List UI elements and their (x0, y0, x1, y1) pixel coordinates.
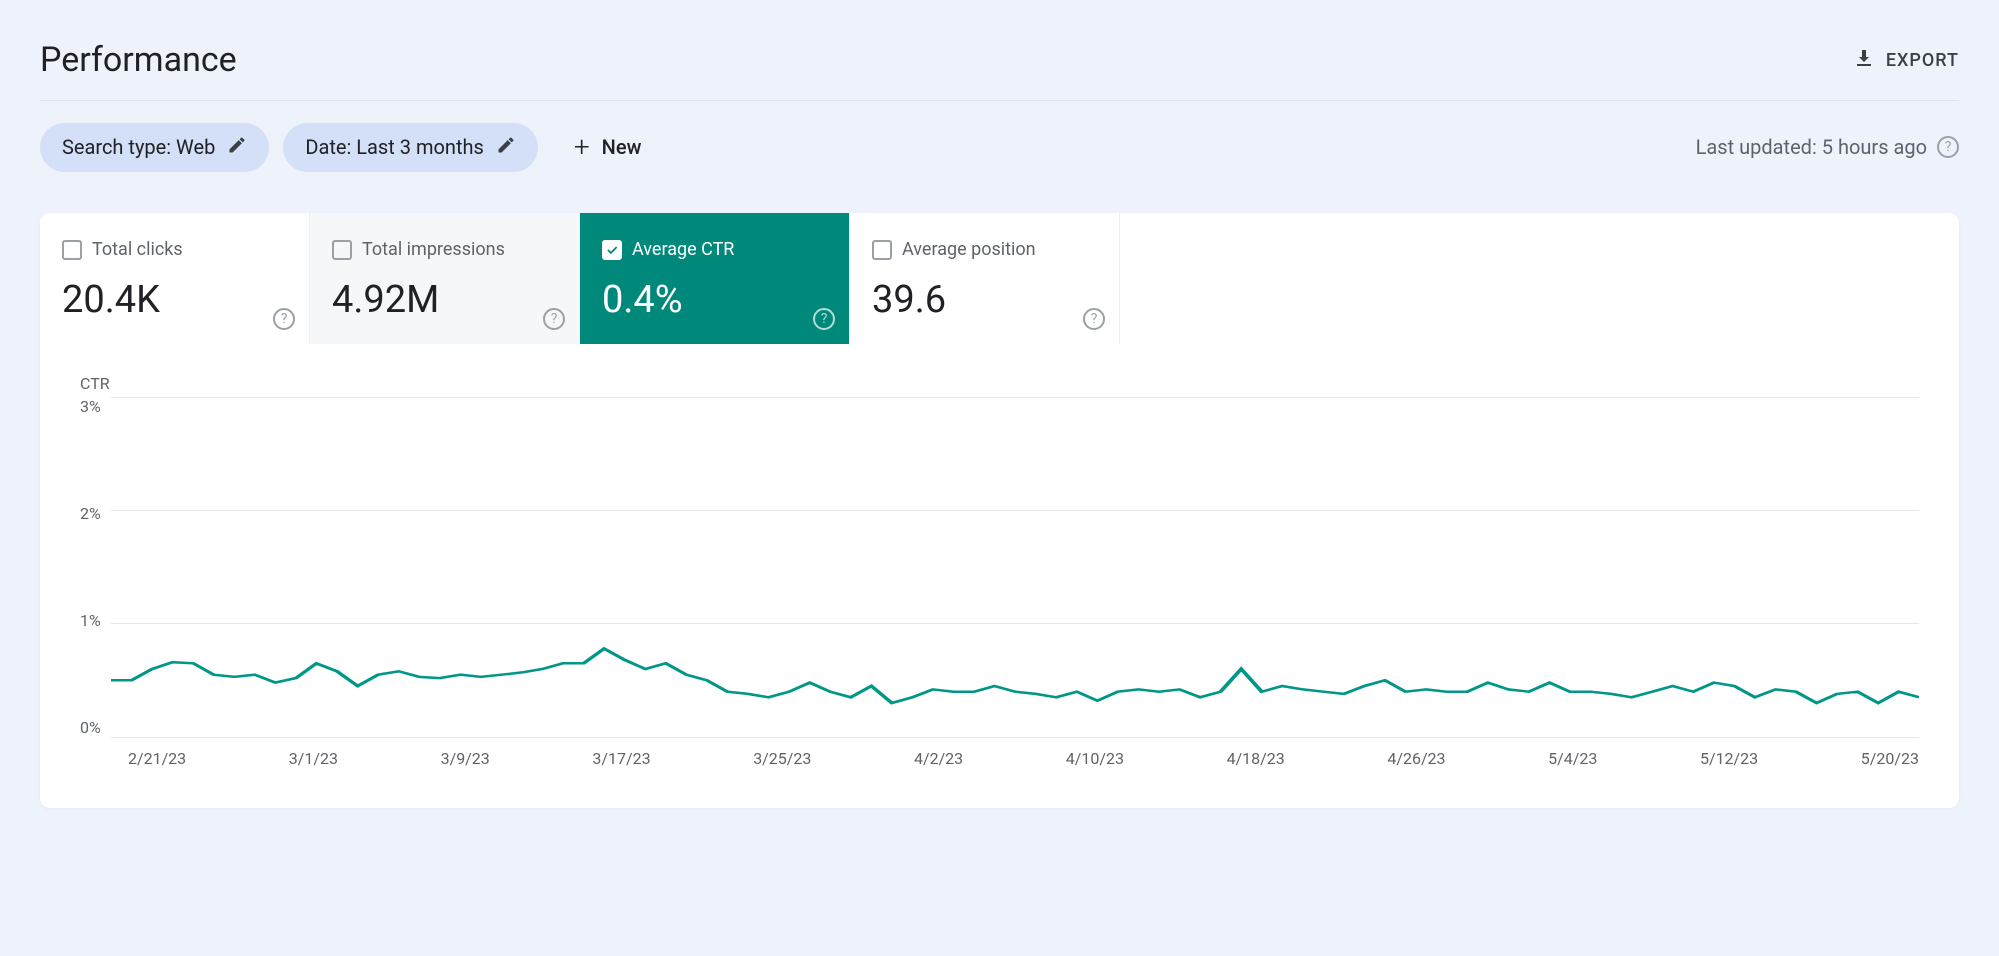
page-title: Performance (40, 40, 237, 80)
y-tick: 0% (80, 718, 101, 737)
download-icon (1852, 46, 1876, 75)
pencil-icon (496, 135, 516, 160)
x-tick: 4/26/23 (1387, 749, 1445, 768)
help-icon[interactable]: ? (1937, 136, 1959, 158)
metric-position[interactable]: Average position 39.6 ? (850, 213, 1120, 344)
chip-date-label: Date: Last 3 months (305, 135, 484, 159)
pencil-icon (227, 135, 247, 160)
filter-chips: Search type: Web Date: Last 3 months + N… (40, 121, 663, 173)
metric-clicks[interactable]: Total clicks 20.4K ? (40, 213, 310, 344)
export-button[interactable]: EXPORT (1852, 46, 1959, 75)
export-label: EXPORT (1886, 50, 1959, 71)
ctr-series-line (111, 649, 1919, 703)
checkbox-icon (62, 240, 82, 260)
metric-position-label: Average position (902, 239, 1036, 260)
help-icon[interactable]: ? (813, 308, 835, 330)
x-tick: 4/10/23 (1066, 749, 1124, 768)
page-root: Performance EXPORT Search type: Web Date… (0, 0, 1999, 828)
y-tick: 1% (80, 611, 101, 630)
performance-card: Total clicks 20.4K ? Total impressions 4… (40, 213, 1959, 808)
help-icon[interactable]: ? (1083, 308, 1105, 330)
y-axis-title: CTR (80, 374, 1919, 393)
x-tick: 3/25/23 (753, 749, 811, 768)
metric-position-value: 39.6 (872, 278, 1097, 322)
checkbox-checked-icon (602, 240, 622, 260)
y-tick: 3% (80, 397, 101, 416)
checkbox-icon (332, 240, 352, 260)
x-tick: 3/9/23 (441, 749, 490, 768)
plus-icon: + (574, 133, 590, 161)
chip-new-label: New (602, 135, 642, 159)
metric-clicks-value: 20.4K (62, 278, 287, 322)
x-tick: 4/18/23 (1227, 749, 1285, 768)
metric-impressions-label: Total impressions (362, 239, 505, 260)
x-tick: 3/1/23 (289, 749, 338, 768)
page-header: Performance EXPORT (40, 20, 1959, 101)
metric-clicks-label: Total clicks (92, 239, 183, 260)
x-tick: 5/20/23 (1861, 749, 1919, 768)
metric-ctr-label: Average CTR (632, 239, 734, 260)
x-axis: 2/21/23 3/1/23 3/9/23 3/17/23 3/25/23 4/… (80, 749, 1919, 768)
metric-ctr[interactable]: Average CTR 0.4% ? (580, 213, 850, 344)
y-axis: 3% 2% 1% 0% (80, 397, 111, 737)
chart-plot[interactable] (111, 397, 1919, 737)
grid-line (111, 737, 1919, 738)
x-tick: 5/12/23 (1700, 749, 1758, 768)
help-icon[interactable]: ? (273, 308, 295, 330)
chip-search-type-label: Search type: Web (62, 135, 215, 159)
chip-search-type[interactable]: Search type: Web (40, 123, 269, 172)
metric-impressions[interactable]: Total impressions 4.92M ? (310, 213, 580, 344)
x-tick: 4/2/23 (914, 749, 963, 768)
x-tick: 5/4/23 (1548, 749, 1597, 768)
checkbox-icon (872, 240, 892, 260)
chip-date[interactable]: Date: Last 3 months (283, 123, 538, 172)
metric-ctr-value: 0.4% (602, 278, 827, 322)
line-chart-svg (111, 397, 1919, 737)
x-tick: 2/21/23 (128, 749, 186, 768)
chart-area: CTR 3% 2% 1% 0% (40, 344, 1959, 808)
y-tick: 2% (80, 504, 101, 523)
last-updated: Last updated: 5 hours ago ? (1696, 135, 1959, 159)
filters-row: Search type: Web Date: Last 3 months + N… (40, 121, 1959, 173)
help-icon[interactable]: ? (543, 308, 565, 330)
last-updated-text: Last updated: 5 hours ago (1696, 135, 1927, 159)
metric-impressions-value: 4.92M (332, 278, 557, 322)
x-tick: 3/17/23 (592, 749, 650, 768)
metric-tabs: Total clicks 20.4K ? Total impressions 4… (40, 213, 1959, 344)
chip-new[interactable]: + New (552, 121, 664, 173)
